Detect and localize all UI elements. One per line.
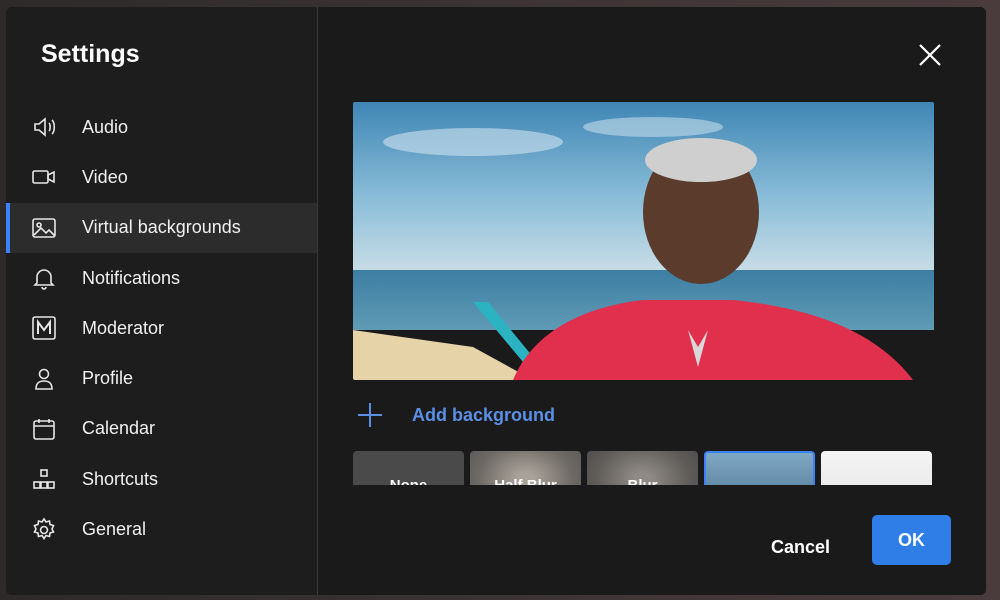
sidebar-item-general[interactable]: General xyxy=(6,504,317,554)
close-icon xyxy=(919,44,941,66)
background-thumb-none[interactable]: None xyxy=(353,451,464,485)
thumb-label: None xyxy=(390,477,428,485)
moderator-m-icon xyxy=(30,314,58,342)
bell-icon xyxy=(30,264,58,292)
dialog-title: Settings xyxy=(41,40,140,68)
close-button[interactable] xyxy=(916,41,944,69)
sidebar-item-label: General xyxy=(82,519,147,540)
sidebar-item-label: Profile xyxy=(82,368,134,389)
video-camera-icon xyxy=(30,163,58,191)
sidebar-item-label: Calendar xyxy=(82,418,156,439)
gear-icon xyxy=(30,516,58,544)
add-background-label: Add background xyxy=(412,404,555,425)
sidebar-item-label: Audio xyxy=(82,116,129,137)
thumb-label: Half Blur xyxy=(494,477,557,485)
sidebar-item-moderator[interactable]: Moderator xyxy=(6,303,317,353)
sidebar-item-notifications[interactable]: Notifications xyxy=(6,253,317,303)
settings-dialog: Settings Audio Video Virtual backgrounds xyxy=(6,7,986,595)
background-thumb-beach[interactable] xyxy=(704,451,815,485)
ok-button[interactable]: OK xyxy=(872,515,951,565)
sidebar-item-profile[interactable]: Profile xyxy=(6,353,317,403)
sidebar-item-label: Notifications xyxy=(82,267,181,288)
sidebar-item-label: Shortcuts xyxy=(82,468,159,489)
sidebar-item-label: Moderator xyxy=(82,317,165,338)
add-background-button[interactable]: Add background xyxy=(354,399,555,431)
image-icon xyxy=(30,214,58,242)
person-icon xyxy=(30,365,58,393)
background-thumb-room[interactable] xyxy=(821,451,932,485)
sidebar-item-shortcuts[interactable]: Shortcuts xyxy=(6,454,317,504)
settings-nav: Audio Video Virtual backgrounds Notifica… xyxy=(6,102,317,555)
calendar-icon xyxy=(30,415,58,443)
sidebar-item-video[interactable]: Video xyxy=(6,152,317,202)
sidebar-item-calendar[interactable]: Calendar xyxy=(6,404,317,454)
sidebar-item-virtual-backgrounds[interactable]: Virtual backgrounds xyxy=(6,202,317,254)
background-thumbnails: None Half Blur Blur xyxy=(353,451,934,485)
plus-icon xyxy=(354,399,386,431)
sidebar-item-label: Virtual backgrounds xyxy=(82,217,241,238)
speaker-icon xyxy=(30,113,58,141)
settings-content: Add background None Half Blur Blur Cance… xyxy=(318,7,986,595)
sidebar-item-audio[interactable]: Audio xyxy=(6,102,317,152)
sidebar-item-label: Video xyxy=(82,166,128,187)
settings-sidebar: Settings Audio Video Virtual backgrounds xyxy=(6,7,318,595)
background-thumb-blur[interactable]: Blur xyxy=(587,451,698,485)
background-thumb-half-blur[interactable]: Half Blur xyxy=(470,451,581,485)
video-preview xyxy=(353,102,934,380)
cancel-button[interactable]: Cancel xyxy=(753,522,848,572)
thumb-label: Blur xyxy=(628,477,658,485)
shortcuts-icon xyxy=(30,465,58,493)
